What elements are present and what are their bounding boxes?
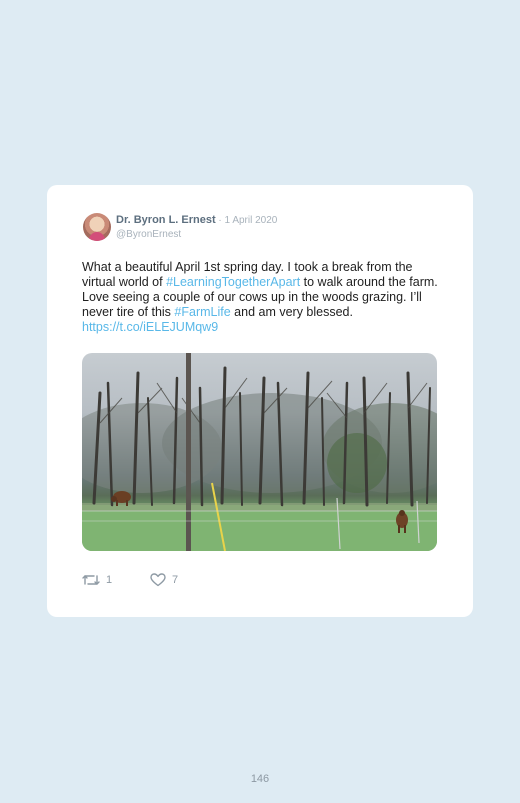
tweet-date[interactable]: 1 April 2020 xyxy=(225,215,278,226)
hashtag-learning-together-apart[interactable]: #LearningTogetherApart xyxy=(166,275,300,289)
page-number: 146 xyxy=(250,773,270,785)
avatar[interactable] xyxy=(83,213,111,241)
like-button[interactable]: 7 xyxy=(150,573,178,587)
author-name[interactable]: Dr. Byron L. Ernest xyxy=(116,214,216,226)
tweet-text-segment: and am very blessed. xyxy=(230,305,353,319)
farm-woods-photo xyxy=(82,353,437,551)
tweet-card: Dr. Byron L. Ernest · 1 April 2020 @Byro… xyxy=(47,185,473,617)
retweet-button[interactable]: 1 xyxy=(82,573,112,587)
like-count: 7 xyxy=(172,574,179,586)
retweet-icon xyxy=(82,573,100,587)
tweet-header: Dr. Byron L. Ernest · 1 April 2020 xyxy=(116,214,277,226)
header-separator: · xyxy=(215,215,225,226)
tweet-link[interactable]: https://t.co/iELEJUMqw9 xyxy=(82,320,218,334)
tweet-photo[interactable] xyxy=(82,353,437,551)
author-handle[interactable]: @ByronErnest xyxy=(116,229,181,240)
retweet-count: 1 xyxy=(106,574,113,586)
heart-icon xyxy=(150,573,166,587)
hashtag-farm-life[interactable]: #FarmLife xyxy=(174,305,230,319)
tweet-text: What a beautiful April 1st spring day. I… xyxy=(82,260,442,335)
